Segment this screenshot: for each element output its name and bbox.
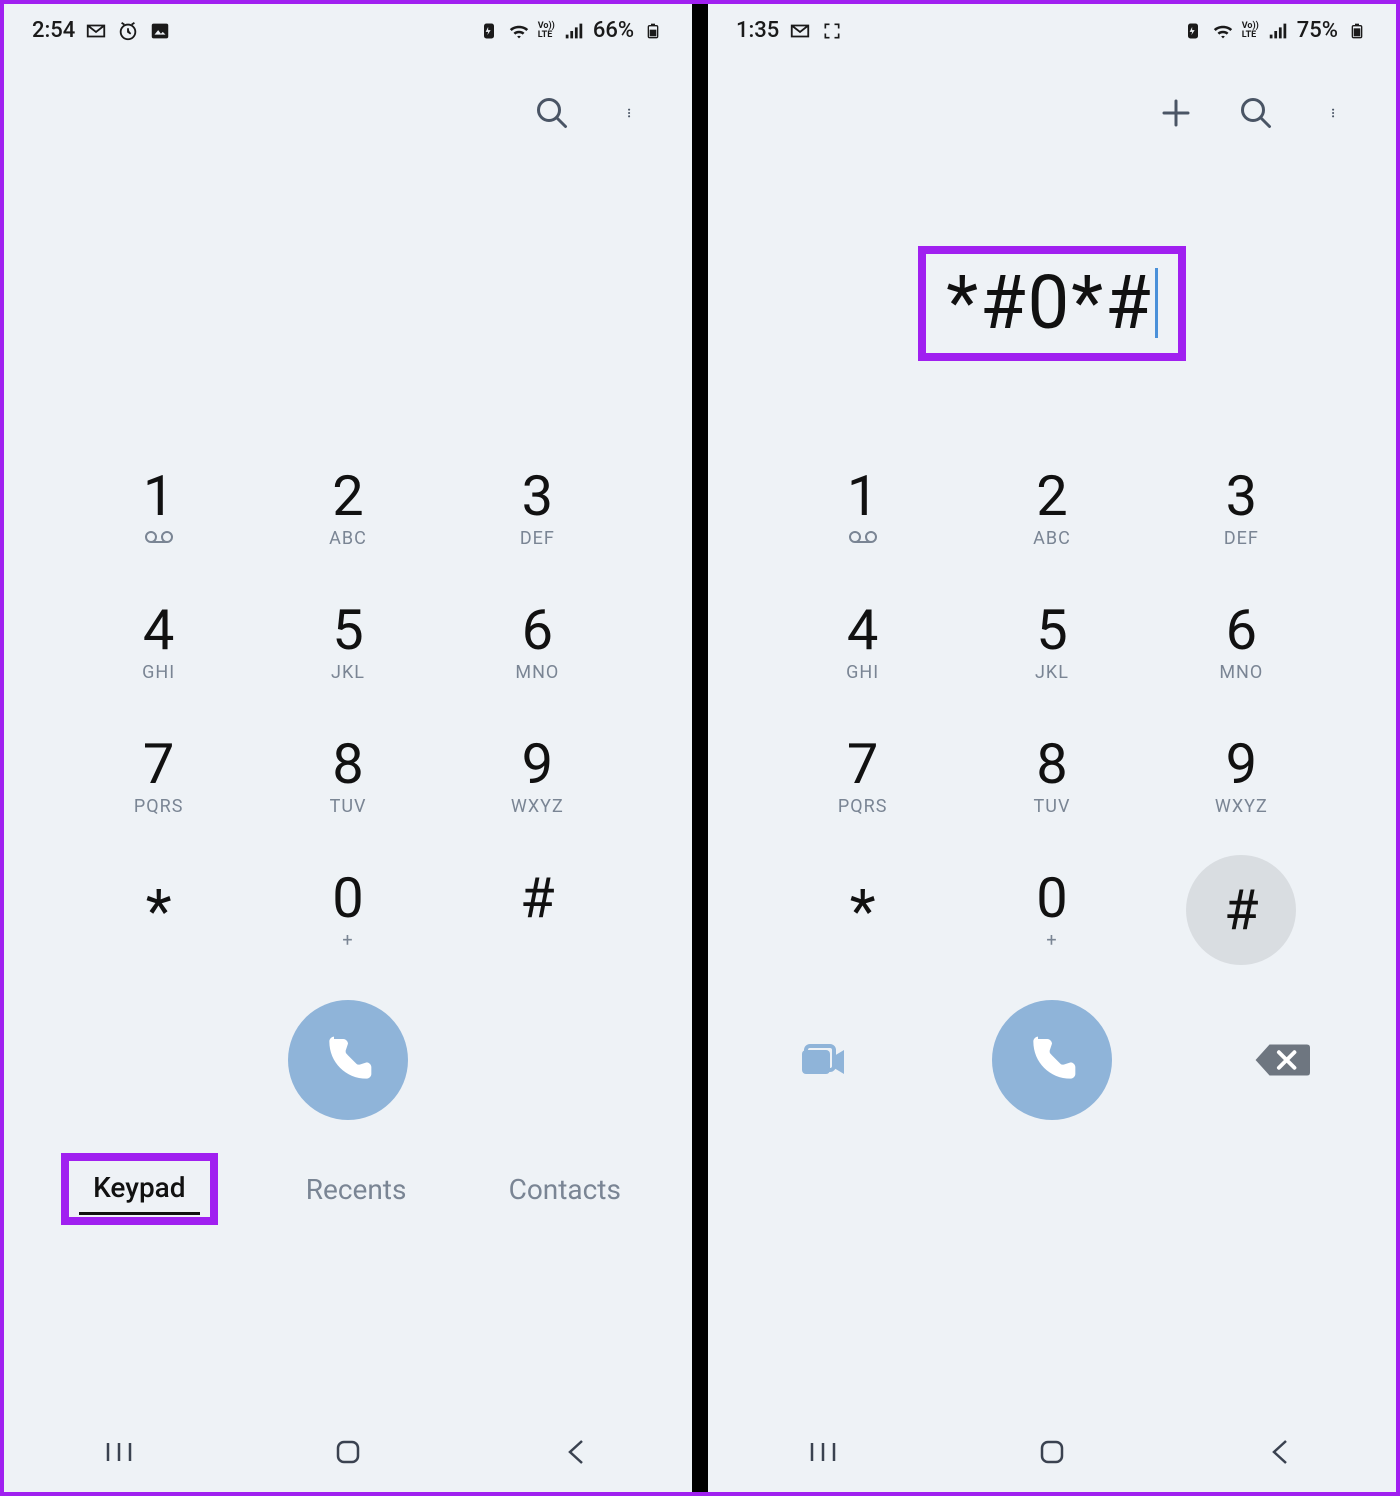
key-3[interactable]: 3DEF — [1147, 453, 1336, 563]
dial-display: *#0*# — [946, 260, 1152, 347]
text-cursor — [1155, 268, 1158, 338]
key-hash[interactable]: # — [443, 855, 632, 965]
battery-percent: 75% — [1297, 18, 1338, 43]
signal-icon — [1267, 20, 1289, 42]
highlight-dial-code: *#0*# — [918, 246, 1185, 361]
phone-right: 1:35 Vo))LTE 75% — [708, 4, 1396, 1492]
nav-recents-icon[interactable] — [793, 1432, 853, 1472]
battery-icon — [1346, 20, 1368, 42]
voicemail-icon — [848, 528, 878, 549]
tab-recents[interactable]: Recents — [292, 1165, 421, 1214]
backspace-button[interactable] — [1252, 1038, 1312, 1082]
nav-recents-icon[interactable] — [89, 1432, 149, 1472]
search-icon[interactable] — [532, 93, 572, 133]
battery-icon — [642, 20, 664, 42]
call-action-row — [4, 995, 692, 1125]
status-bar: 1:35 Vo))LTE 75% — [708, 4, 1396, 53]
key-star[interactable]: * — [768, 855, 957, 965]
bottom-tabs: Keypad Recents Contacts — [4, 1149, 692, 1237]
key-6[interactable]: 6MNO — [443, 587, 632, 697]
keypad: 1 2ABC 3DEF 4GHI 5JKL 6MNO 7PQRS 8TUV 9W… — [4, 453, 692, 965]
tab-keypad[interactable]: Keypad — [79, 1163, 199, 1215]
volte-icon: Vo))LTE — [538, 22, 555, 40]
key-5[interactable]: 5JKL — [253, 587, 442, 697]
add-contact-icon[interactable] — [1156, 93, 1196, 133]
tab-contacts[interactable]: Contacts — [495, 1165, 635, 1214]
nav-back-icon[interactable] — [1251, 1432, 1311, 1472]
navigation-bar — [708, 1412, 1396, 1492]
key-0[interactable]: 0+ — [957, 855, 1146, 965]
battery-saver-icon — [478, 20, 500, 42]
status-bar: 2:54 Vo))LTE 66% — [4, 4, 692, 53]
clock: 1:35 — [736, 18, 779, 43]
nav-back-icon[interactable] — [547, 1432, 607, 1472]
phone-left: 2:54 Vo))LTE 66% — [4, 4, 692, 1492]
nav-home-icon[interactable] — [318, 1432, 378, 1472]
dial-display-area: *#0*# — [708, 153, 1396, 453]
key-4[interactable]: 4GHI — [768, 587, 957, 697]
key-7[interactable]: 7PQRS — [64, 721, 253, 831]
key-4[interactable]: 4GHI — [64, 587, 253, 697]
battery-percent: 66% — [593, 18, 634, 43]
key-9[interactable]: 9WXYZ — [443, 721, 632, 831]
key-2[interactable]: 2ABC — [253, 453, 442, 563]
more-icon[interactable] — [612, 93, 652, 133]
dial-display-area — [4, 153, 692, 453]
key-hash[interactable]: # — [1186, 855, 1296, 965]
key-2[interactable]: 2ABC — [957, 453, 1146, 563]
wifi-icon — [508, 20, 530, 42]
keypad: 1 2ABC 3DEF 4GHI 5JKL 6MNO 7PQRS 8TUV 9W… — [708, 453, 1396, 965]
call-action-row — [708, 995, 1396, 1125]
top-action-bar — [708, 53, 1396, 153]
wifi-icon — [1212, 20, 1234, 42]
navigation-bar — [4, 1412, 692, 1492]
search-icon[interactable] — [1236, 93, 1276, 133]
call-button[interactable] — [992, 1000, 1112, 1120]
key-star[interactable]: * — [64, 855, 253, 965]
top-action-bar — [4, 53, 692, 153]
fullscreen-icon — [821, 20, 843, 42]
voicemail-icon — [144, 528, 174, 549]
key-8[interactable]: 8TUV — [957, 721, 1146, 831]
alarm-icon — [117, 20, 139, 42]
video-call-button[interactable] — [792, 1030, 852, 1090]
key-3[interactable]: 3DEF — [443, 453, 632, 563]
call-button[interactable] — [288, 1000, 408, 1120]
nav-home-icon[interactable] — [1022, 1432, 1082, 1472]
key-1[interactable]: 1 — [768, 453, 957, 563]
screenshot-divider — [692, 4, 708, 1492]
key-1[interactable]: 1 — [64, 453, 253, 563]
key-5[interactable]: 5JKL — [957, 587, 1146, 697]
clock: 2:54 — [32, 18, 75, 43]
key-7[interactable]: 7PQRS — [768, 721, 957, 831]
gmail-icon — [789, 20, 811, 42]
battery-saver-icon — [1182, 20, 1204, 42]
gmail-icon — [85, 20, 107, 42]
more-icon[interactable] — [1316, 93, 1356, 133]
key-9[interactable]: 9WXYZ — [1147, 721, 1336, 831]
key-8[interactable]: 8TUV — [253, 721, 442, 831]
highlight-keypad-tab: Keypad — [61, 1153, 217, 1225]
volte-icon: Vo))LTE — [1242, 22, 1259, 40]
key-6[interactable]: 6MNO — [1147, 587, 1336, 697]
key-0[interactable]: 0+ — [253, 855, 442, 965]
signal-icon — [563, 20, 585, 42]
image-icon — [149, 20, 171, 42]
